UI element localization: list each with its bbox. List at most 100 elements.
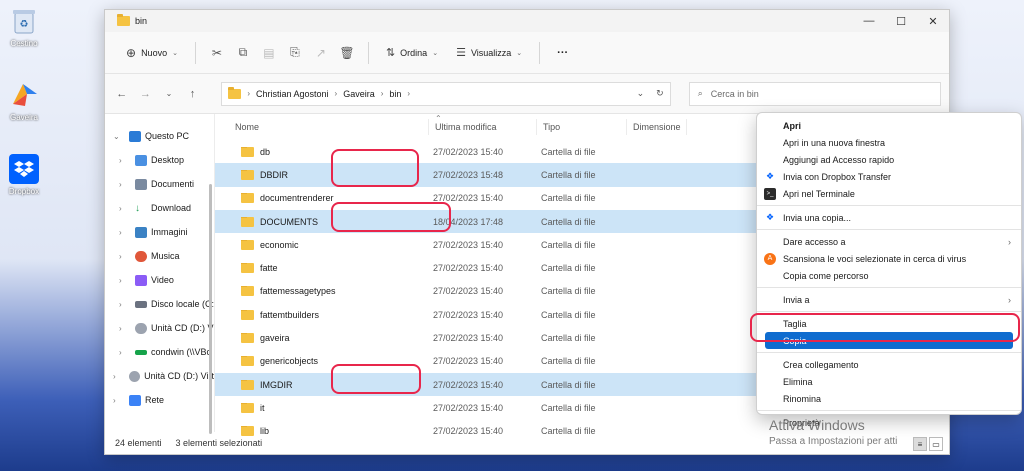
menu-item-open-new-window[interactable]: Apri in una nuova finestra — [757, 134, 1021, 151]
window-title: bin — [135, 16, 148, 26]
details-view-icon[interactable]: ≡ — [913, 437, 927, 451]
tiles-view-icon[interactable]: ▭ — [929, 437, 943, 451]
dropbox-icon: ❖ — [765, 212, 775, 222]
maximize-button[interactable]: ☐ — [885, 10, 917, 32]
cut-icon[interactable]: ✂ — [206, 39, 228, 67]
file-type: Cartella di file — [541, 263, 596, 274]
paste-icon[interactable]: ▤ — [258, 39, 280, 67]
more-options-button[interactable]: ··· — [550, 39, 575, 67]
search-box[interactable]: ⌕ — [688, 81, 942, 106]
sort-button[interactable]: ⇅ Ordina ⌄ — [379, 39, 445, 67]
sidebar-scrollbar[interactable] — [209, 184, 212, 434]
sidebar-item-videos[interactable]: › Video — [105, 268, 214, 292]
menu-item-label: Dare accesso a — [783, 236, 846, 247]
chevron-right-icon: › — [119, 275, 122, 285]
folder-icon — [241, 193, 254, 204]
rename-icon[interactable]: ⎘ — [284, 39, 306, 67]
menu-item-send-to[interactable]: Invia a › — [757, 291, 1021, 308]
menu-item-send-copy[interactable]: ❖ Invia una copia... — [757, 209, 1021, 226]
download-icon: ↓ — [135, 202, 140, 214]
sidebar-item-documents[interactable]: › Documenti — [105, 172, 214, 196]
delete-icon[interactable]: 🗑 — [336, 39, 358, 67]
desktop-icon-label: Dropbox — [8, 187, 40, 196]
pictures-icon — [135, 226, 147, 238]
sidebar-item-label: Video — [151, 275, 174, 285]
sidebar-item-cd-drive[interactable]: › Unità CD (D:) V — [105, 316, 214, 340]
recent-chevron-icon[interactable]: ⌄ — [160, 84, 178, 104]
desktop-icon-recycle-bin[interactable]: ♻ Cestino — [4, 6, 44, 48]
minimize-button[interactable]: — — [853, 10, 885, 32]
search-icon: ⌕ — [697, 88, 703, 98]
sidebar-item-downloads[interactable]: › ↓ Download — [105, 196, 214, 220]
sidebar-item-music[interactable]: › Musica — [105, 244, 214, 268]
terminal-icon: >_ — [764, 187, 776, 200]
file-name: documentrenderer — [260, 193, 334, 204]
menu-item-label: Apri nel Terminale — [783, 188, 855, 199]
column-size[interactable]: Dimensione — [627, 119, 687, 135]
sort-label: Ordina — [400, 47, 428, 58]
file-type: Cartella di file — [541, 286, 596, 297]
sidebar-item-desktop[interactable]: › Desktop — [105, 148, 214, 172]
sidebar-item-pictures[interactable]: › Immagini — [105, 220, 214, 244]
menu-item-open[interactable]: Apri — [757, 117, 1021, 134]
column-modified[interactable]: Ultima modifica — [429, 119, 537, 135]
menu-item-dropbox-transfer[interactable]: ❖ Invia con Dropbox Transfer — [757, 168, 1021, 185]
breadcrumb-chevron-icon: › — [247, 89, 250, 98]
share-icon[interactable]: ↗ — [310, 39, 332, 67]
view-button[interactable]: ☰ Visualizza ⌄ — [449, 39, 529, 67]
menu-item-quick-access[interactable]: Aggiungi ad Accesso rapido — [757, 151, 1021, 168]
window-tab[interactable]: bin — [111, 10, 158, 32]
copy-icon[interactable]: ⧉ — [232, 39, 254, 67]
sidebar-item-label: Immagini — [151, 227, 188, 237]
menu-item-delete[interactable]: Elimina — [757, 373, 1021, 390]
menu-item-scan-virus[interactable]: A Scansiona le voci selezionate in cerca… — [757, 250, 1021, 267]
file-date: 27/02/2023 15:48 — [433, 169, 504, 180]
file-name: it — [260, 402, 265, 413]
desktop-icon-gaveira[interactable]: Gaveira — [4, 80, 44, 122]
new-button[interactable]: ⊕ Nuovo ⌄ — [119, 39, 185, 67]
title-bar: bin — ☐ ✕ — [105, 10, 949, 32]
refresh-icon[interactable]: ↻ — [656, 88, 664, 99]
table-row[interactable]: DBDIR 27/02/2023 15:48 Cartella di file — [215, 163, 781, 187]
sidebar-item-network-drive[interactable]: › condwin (\\VBc — [105, 340, 214, 364]
breadcrumb-item[interactable]: Christian Agostoni — [256, 89, 329, 99]
up-arrow-icon[interactable]: ↑ — [184, 84, 202, 104]
file-type: Cartella di file — [541, 169, 596, 180]
menu-item-rename[interactable]: Rinomina — [757, 390, 1021, 407]
table-row[interactable]: IMGDIR 27/02/2023 15:40 Cartella di file — [215, 372, 781, 397]
activation-watermark: Attiva Windows Passa a Impostazioni per … — [769, 417, 897, 447]
documents-icon — [135, 178, 147, 190]
folder-icon — [241, 263, 254, 274]
table-row[interactable]: DOCUMENTS 18/04/2023 17:48 Cartella di f… — [215, 209, 781, 234]
desktop-icon-dropbox[interactable]: Dropbox — [4, 154, 44, 196]
menu-item-create-shortcut[interactable]: Crea collegamento — [757, 356, 1021, 373]
breadcrumb-item[interactable]: bin — [389, 89, 401, 99]
chevron-right-icon: › — [119, 323, 122, 333]
menu-item-open-terminal[interactable]: >_ Apri nel Terminale — [757, 185, 1021, 202]
sidebar-item-cd-drive-root[interactable]: › Unità CD (D:) Virt — [105, 364, 214, 388]
desktop-icon — [135, 154, 147, 166]
address-bar[interactable]: › Christian Agostoni › Gaveira › bin › ⌄… — [221, 81, 671, 106]
menu-item-copy-path[interactable]: Copia come percorso — [757, 267, 1021, 284]
desktop-icon-label: Cestino — [10, 39, 38, 48]
back-arrow-icon[interactable]: ← — [113, 84, 131, 104]
sidebar-item-network[interactable]: › Rete — [105, 388, 214, 412]
column-name[interactable]: Nome — [229, 119, 429, 135]
menu-divider — [757, 311, 1021, 312]
file-name: db — [260, 146, 271, 157]
file-name: DOCUMENTS — [260, 216, 318, 227]
menu-item-give-access[interactable]: Dare accesso a › — [757, 233, 1021, 250]
sidebar-item-local-disk[interactable]: › Disco locale (C: — [105, 292, 214, 316]
file-date: 27/02/2023 15:40 — [433, 286, 504, 297]
menu-divider — [757, 352, 1021, 353]
file-date: 27/02/2023 15:40 — [433, 239, 504, 250]
breadcrumb-item[interactable]: Gaveira — [343, 89, 375, 99]
forward-arrow-icon[interactable]: → — [137, 84, 155, 104]
highlight-marker — [331, 202, 451, 232]
highlight-marker — [750, 313, 1020, 342]
column-type[interactable]: Tipo — [537, 119, 627, 135]
close-button[interactable]: ✕ — [917, 10, 949, 32]
sidebar-item-this-pc[interactable]: ⌄ Questo PC — [105, 124, 214, 148]
search-input[interactable] — [710, 88, 911, 99]
history-dropdown-icon[interactable]: ⌄ — [637, 88, 645, 99]
